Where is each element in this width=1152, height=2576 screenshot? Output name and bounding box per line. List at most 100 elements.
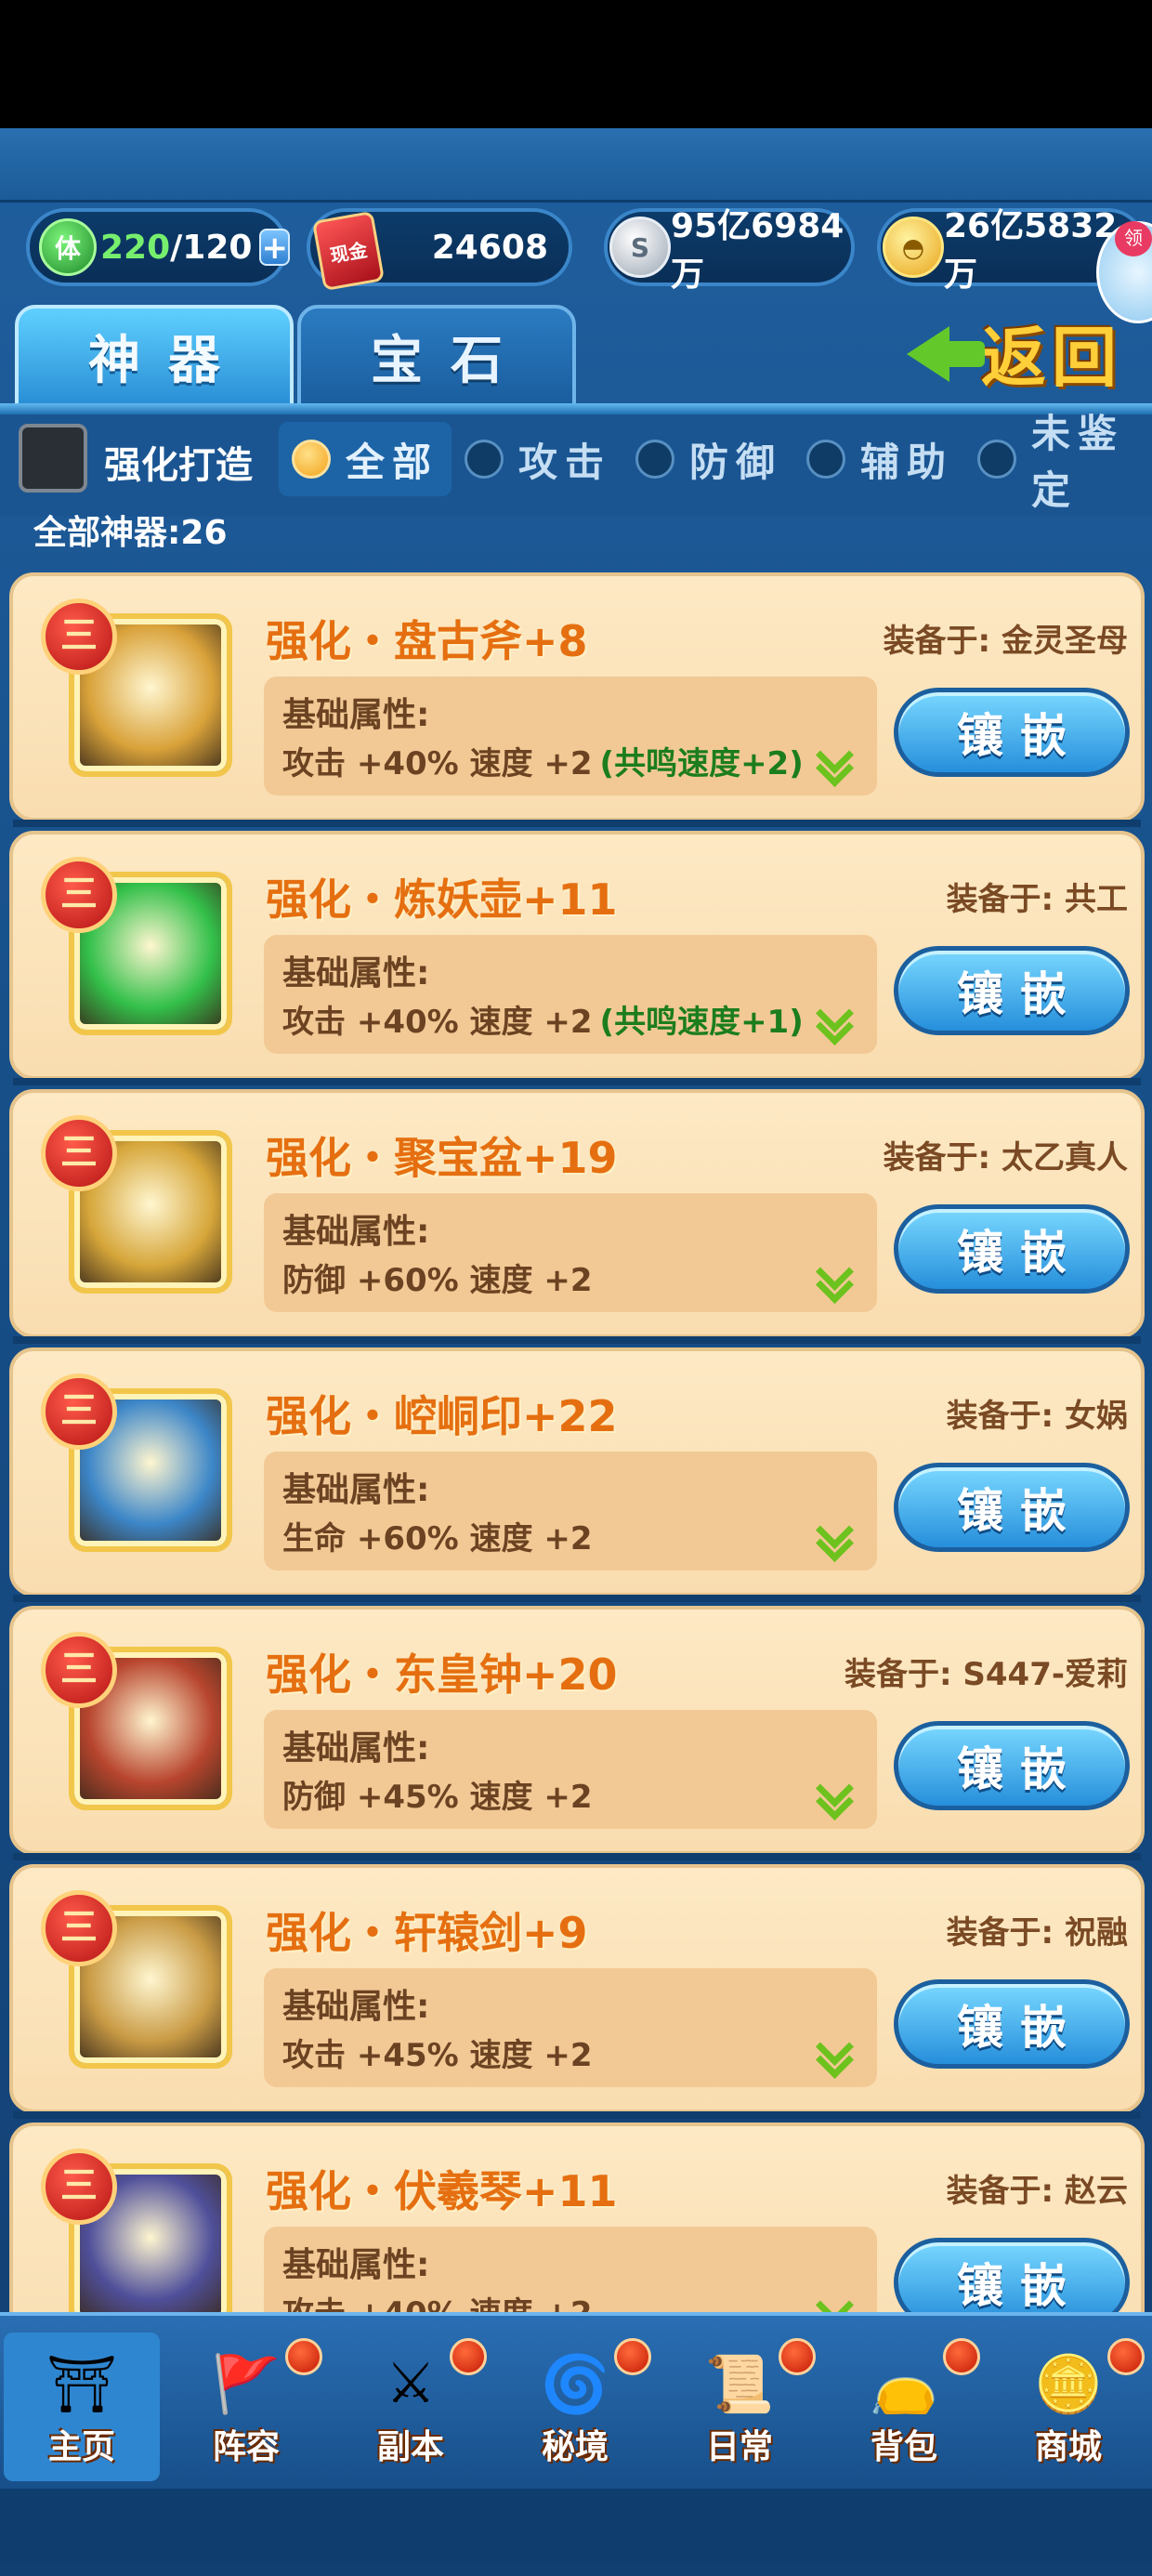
expand-chevron-icon[interactable] bbox=[812, 1258, 858, 1299]
filter-label: 攻击 bbox=[518, 439, 612, 485]
attribute-values: 防御 +60% 速度 +2 bbox=[282, 1255, 600, 1300]
attributes-title: 基础属性: bbox=[282, 1471, 430, 1509]
nav-item-daily[interactable]: 📜 日常 bbox=[661, 2333, 818, 2481]
nav-item-home[interactable]: ⛩ 主页 bbox=[4, 2333, 160, 2481]
attributes-title: 基础属性: bbox=[282, 2246, 430, 2284]
cash-icon: 现金 bbox=[311, 210, 386, 292]
rank-badge: 三 bbox=[41, 1115, 117, 1191]
nav-label: 日常 bbox=[705, 2428, 773, 2466]
filter-option-unidentified[interactable]: 未鉴定 bbox=[977, 411, 1152, 513]
enhance-forge-label: 强化打造 bbox=[104, 444, 253, 487]
attributes-title: 基础属性: bbox=[282, 1988, 430, 2026]
add-stamina-button[interactable]: + bbox=[259, 229, 290, 266]
artifact-card[interactable]: 三 强化・盘古斧+8 装备于: 金灵圣母 基础属性: 攻击 +40% 速度 +2… bbox=[9, 572, 1145, 827]
bottom-frame bbox=[0, 2489, 1152, 2563]
filter-option-defense[interactable]: 防御 bbox=[635, 422, 782, 496]
attribute-values: 攻击 +40% 速度 +2 (共鸣速度+1) bbox=[282, 996, 804, 1042]
rank-badge: 三 bbox=[41, 598, 117, 675]
rank-badge: 三 bbox=[41, 1890, 117, 1966]
artifact-list: 三 强化・盘古斧+8 装备于: 金灵圣母 基础属性: 攻击 +40% 速度 +2… bbox=[0, 561, 1152, 2457]
radio-icon bbox=[977, 440, 1016, 479]
artifact-card[interactable]: 三 强化・聚宝盆+19 装备于: 太乙真人 基础属性: 防御 +60% 速度 +… bbox=[9, 1089, 1145, 1344]
stamina-icon: 体 bbox=[39, 218, 97, 276]
expand-chevron-icon[interactable] bbox=[812, 1000, 858, 1041]
artifact-name: 强化・盘古斧+8 bbox=[266, 616, 588, 666]
back-arrow-icon bbox=[907, 315, 985, 389]
stats-text: 防御 +60% 速度 +2 bbox=[282, 1262, 593, 1299]
stamina-counter: 体 220 /120 + bbox=[26, 208, 290, 286]
expand-chevron-icon[interactable] bbox=[812, 742, 858, 782]
silver-coin-icon: S bbox=[609, 217, 671, 278]
inlay-button[interactable]: 镶嵌 bbox=[894, 1204, 1130, 1294]
equipped-on: 装备于: 赵云 bbox=[946, 2173, 1128, 2210]
base-attributes: 基础属性: 生命 +60% 速度 +2 bbox=[264, 1452, 877, 1571]
filter-label: 辅助 bbox=[860, 439, 954, 485]
resonance-text: (共鸣速度+2) bbox=[599, 745, 804, 782]
nav-item-shop[interactable]: 🪙 商城 bbox=[990, 2333, 1146, 2481]
attribute-values: 攻击 +45% 速度 +2 bbox=[282, 2030, 600, 2075]
side-event-tag[interactable]: 领 bbox=[1115, 221, 1152, 256]
inlay-button[interactable]: 镶嵌 bbox=[894, 946, 1130, 1035]
expand-chevron-icon[interactable] bbox=[812, 2033, 858, 2074]
nav-label: 主页 bbox=[47, 2428, 115, 2466]
nav-label: 商城 bbox=[1034, 2428, 1102, 2466]
gold-ingot-icon: ◓ bbox=[883, 217, 944, 278]
expand-chevron-icon[interactable] bbox=[812, 1517, 858, 1557]
silver-counter: S 95亿6984万 bbox=[604, 207, 855, 294]
attribute-values: 防御 +45% 速度 +2 bbox=[282, 1771, 600, 1817]
expand-chevron-icon[interactable] bbox=[812, 1775, 858, 1816]
stats-text: 攻击 +45% 速度 +2 bbox=[282, 2037, 593, 2074]
nav-label: 背包 bbox=[870, 2428, 937, 2466]
base-attributes: 基础属性: 攻击 +45% 速度 +2 bbox=[264, 1968, 877, 2087]
equipped-on: 装备于: 金灵圣母 bbox=[883, 623, 1128, 660]
filter-label: 未鉴定 bbox=[1031, 411, 1125, 513]
attributes-title: 基础属性: bbox=[282, 1729, 430, 1768]
inlay-button[interactable]: 镶嵌 bbox=[894, 1721, 1130, 1810]
game-screen: 体 220 /120 + 现金 24608 S 95亿6984万 ◓ 26亿58… bbox=[0, 128, 1152, 2576]
notification-dot-icon bbox=[943, 2338, 980, 2375]
artifact-card[interactable]: 三 强化・轩辕剑+9 装备于: 祝融 基础属性: 攻击 +45% 速度 +2 镶… bbox=[9, 1864, 1145, 2119]
enhance-forge-checkbox[interactable] bbox=[19, 424, 87, 493]
notification-dot-icon bbox=[450, 2338, 487, 2375]
nav-label: 阵容 bbox=[212, 2428, 280, 2466]
back-label: 返回 bbox=[981, 319, 1122, 396]
artifact-card[interactable]: 三 强化・崆峒印+22 装备于: 女娲 基础属性: 生命 +60% 速度 +2 … bbox=[9, 1347, 1145, 1602]
silver-value: 95亿6984万 bbox=[671, 207, 844, 294]
attributes-title: 基础属性: bbox=[282, 1213, 430, 1251]
back-button[interactable]: 返回 bbox=[907, 310, 1135, 396]
attributes-title: 基础属性: bbox=[282, 696, 430, 734]
radio-selected-icon bbox=[292, 440, 331, 479]
nav-item-dungeon[interactable]: ⚔ 副本 bbox=[333, 2333, 489, 2481]
inlay-button[interactable]: 镶嵌 bbox=[894, 1463, 1130, 1552]
artifact-count: 全部神器:26 bbox=[33, 514, 228, 552]
nav-item-lineup[interactable]: 🚩 阵容 bbox=[168, 2333, 324, 2481]
filter-option-support[interactable]: 辅助 bbox=[806, 422, 953, 496]
artifact-name: 强化・聚宝盆+19 bbox=[266, 1133, 618, 1183]
artifact-name: 强化・东皇钟+20 bbox=[266, 1649, 618, 1700]
stamina-max: /120 bbox=[170, 228, 253, 267]
status-bar-area bbox=[0, 0, 1152, 128]
cash-counter: 现金 24608 bbox=[307, 208, 572, 292]
stats-text: 攻击 +40% 速度 +2 bbox=[282, 745, 593, 782]
rank-badge: 三 bbox=[41, 857, 117, 933]
filter-option-all[interactable]: 全部 bbox=[279, 422, 452, 496]
attributes-title: 基础属性: bbox=[282, 954, 430, 992]
nav-item-bag[interactable]: 👝 背包 bbox=[826, 2333, 982, 2481]
artifact-card[interactable]: 三 强化・炼妖壶+11 装备于: 共工 基础属性: 攻击 +40% 速度 +2(… bbox=[9, 831, 1145, 1085]
tab-artifacts[interactable]: 神器 bbox=[15, 305, 294, 407]
artifact-name: 强化・炼妖壶+11 bbox=[266, 874, 618, 925]
artifact-card[interactable]: 三 强化・东皇钟+20 装备于: S447-爱莉 基础属性: 防御 +45% 速… bbox=[9, 1606, 1145, 1860]
filter-option-attack[interactable]: 攻击 bbox=[465, 422, 611, 496]
nav-label: 秘境 bbox=[541, 2428, 609, 2466]
nav-item-secret-realm[interactable]: 🌀 秘境 bbox=[497, 2333, 653, 2481]
notification-dot-icon bbox=[1107, 2338, 1145, 2375]
stats-text: 防御 +45% 速度 +2 bbox=[282, 1779, 593, 1816]
attribute-values: 攻击 +40% 速度 +2 (共鸣速度+2) bbox=[282, 738, 804, 783]
artifact-name: 强化・轩辕剑+9 bbox=[266, 1908, 588, 1958]
inlay-button[interactable]: 镶嵌 bbox=[894, 1979, 1130, 2069]
inlay-button[interactable]: 镶嵌 bbox=[894, 688, 1130, 777]
radio-icon bbox=[465, 440, 504, 479]
artifact-name: 强化・伏羲琴+11 bbox=[266, 2166, 618, 2216]
equipped-on: 装备于: 祝融 bbox=[946, 1914, 1128, 1952]
tab-gems[interactable]: 宝石 bbox=[297, 305, 576, 407]
